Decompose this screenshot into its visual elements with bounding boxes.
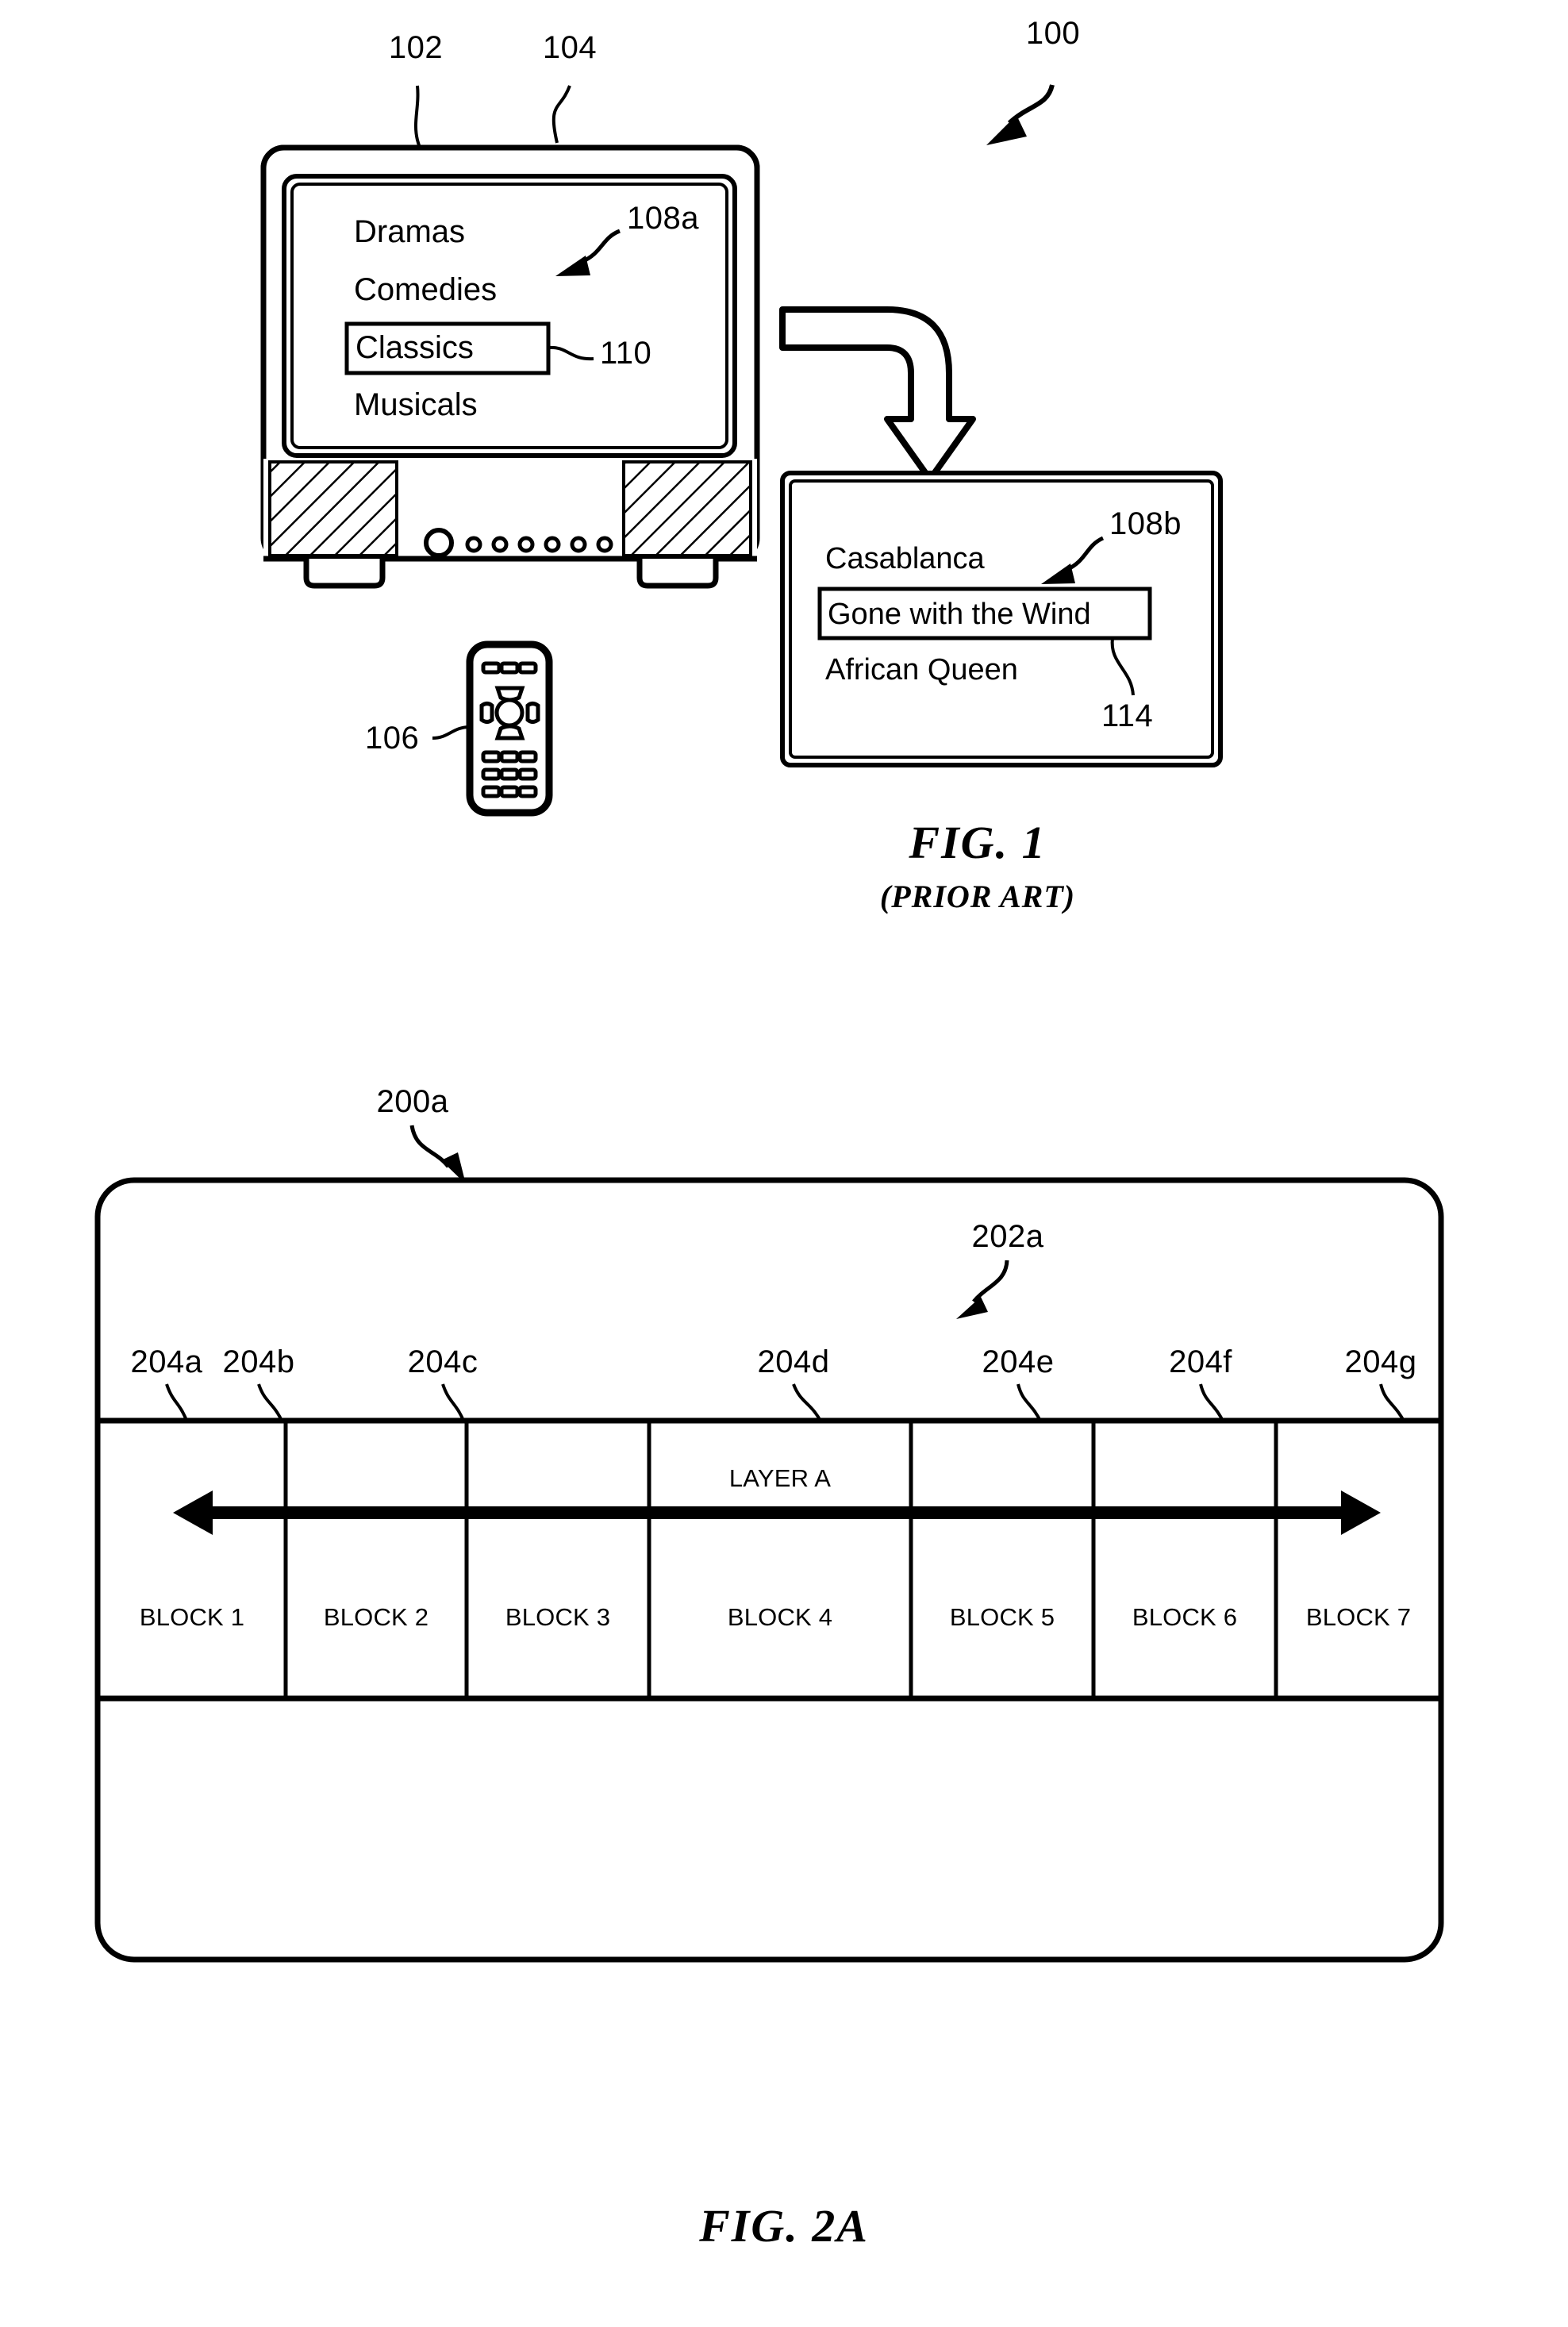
menu-b-item-casablanca[interactable]: Casablanca (825, 544, 985, 574)
tv-indicator-dot (465, 536, 482, 553)
remote-button (499, 785, 520, 798)
ref-number-106: 106 (365, 721, 420, 756)
tv-indicator-dot (596, 536, 613, 553)
remote-button (481, 785, 502, 798)
tv-indicator-dot (491, 536, 509, 553)
ref-number-102: 102 (388, 30, 444, 65)
tv-indicator-dot (517, 536, 535, 553)
remote-right-button (525, 702, 540, 724)
ref-number-204c: 204c (407, 1344, 478, 1379)
remote-ok-button (494, 698, 525, 728)
ref-number-204b: 204b (222, 1344, 295, 1379)
arrowhead-100 (986, 115, 1027, 145)
block-cell-5[interactable]: BLOCK 5 (950, 1605, 1055, 1629)
menu-a-item-dramas[interactable]: Dramas (354, 216, 465, 248)
figure-vector-layer (94, 84, 1444, 1963)
ref-number-202a: 202a (971, 1219, 1044, 1254)
remote-button (481, 661, 502, 675)
leader-104 (551, 85, 571, 144)
layer-a-label: LAYER A (728, 1464, 832, 1492)
remote-button (481, 750, 502, 763)
block-cell-7[interactable]: BLOCK 7 (1306, 1605, 1411, 1629)
ref-number-204f: 204f (1169, 1344, 1232, 1379)
ref-number-204e: 204e (982, 1344, 1055, 1379)
menu-a-item-comedies[interactable]: Comedies (354, 274, 497, 306)
ref-number-200a: 200a (376, 1084, 449, 1119)
block-cell-6[interactable]: BLOCK 6 (1132, 1605, 1237, 1629)
menu-b-item-african-queen[interactable]: African Queen (825, 655, 1018, 685)
remote-button (499, 661, 520, 675)
remote-down-button (494, 724, 525, 740)
ref-number-108b: 108b (1109, 506, 1182, 541)
block-cell-3[interactable]: BLOCK 3 (505, 1605, 610, 1629)
block-cell-4[interactable]: BLOCK 4 (728, 1605, 832, 1629)
figure-1-subcaption: (PRIOR ART) (879, 879, 1076, 914)
tv-indicator-dot (570, 536, 587, 553)
remote-button (517, 767, 538, 781)
menu-b-item-gone-with-the-wind[interactable]: Gone with the Wind (828, 599, 1091, 629)
transition-arrow (779, 306, 976, 483)
ref-number-100: 100 (1025, 16, 1081, 51)
tv-indicator-dot (544, 536, 561, 553)
ref-number-104: 104 (542, 30, 598, 65)
tv-foot-right (636, 559, 719, 589)
figure-1-caption: FIG. 1 (909, 817, 1047, 868)
remote-button (517, 785, 538, 798)
patent-drawing-sheet: 102 104 100 Dramas Comedies Classics Mus… (0, 0, 1568, 2327)
ref-number-108a: 108a (627, 201, 699, 236)
remote-button (499, 750, 520, 763)
remote-left-button (479, 702, 494, 724)
tv-speaker-right (622, 460, 752, 557)
ref-number-204g: 204g (1344, 1344, 1417, 1379)
block-cell-2[interactable]: BLOCK 2 (324, 1605, 429, 1629)
remote-button (499, 767, 520, 781)
ref-number-204d: 204d (757, 1344, 830, 1379)
fig2a-frame (94, 1177, 1444, 1963)
figure-2a-caption: FIG. 2A (699, 2200, 869, 2252)
ref-number-204a: 204a (130, 1344, 203, 1379)
block-cell-1[interactable]: BLOCK 1 (140, 1605, 244, 1629)
menu-a-item-classics[interactable]: Classics (355, 332, 474, 363)
ref-number-110: 110 (600, 336, 652, 371)
tv-speaker-left (268, 460, 398, 557)
tv-foot-left (303, 559, 386, 589)
remote-button (481, 767, 502, 781)
tv-power-knob (424, 528, 454, 558)
remote-control (466, 640, 553, 817)
remote-button (517, 750, 538, 763)
leader-106 (432, 725, 471, 740)
remote-button (517, 661, 538, 675)
menu-a-item-musicals[interactable]: Musicals (354, 389, 478, 421)
ref-number-114: 114 (1101, 698, 1154, 733)
